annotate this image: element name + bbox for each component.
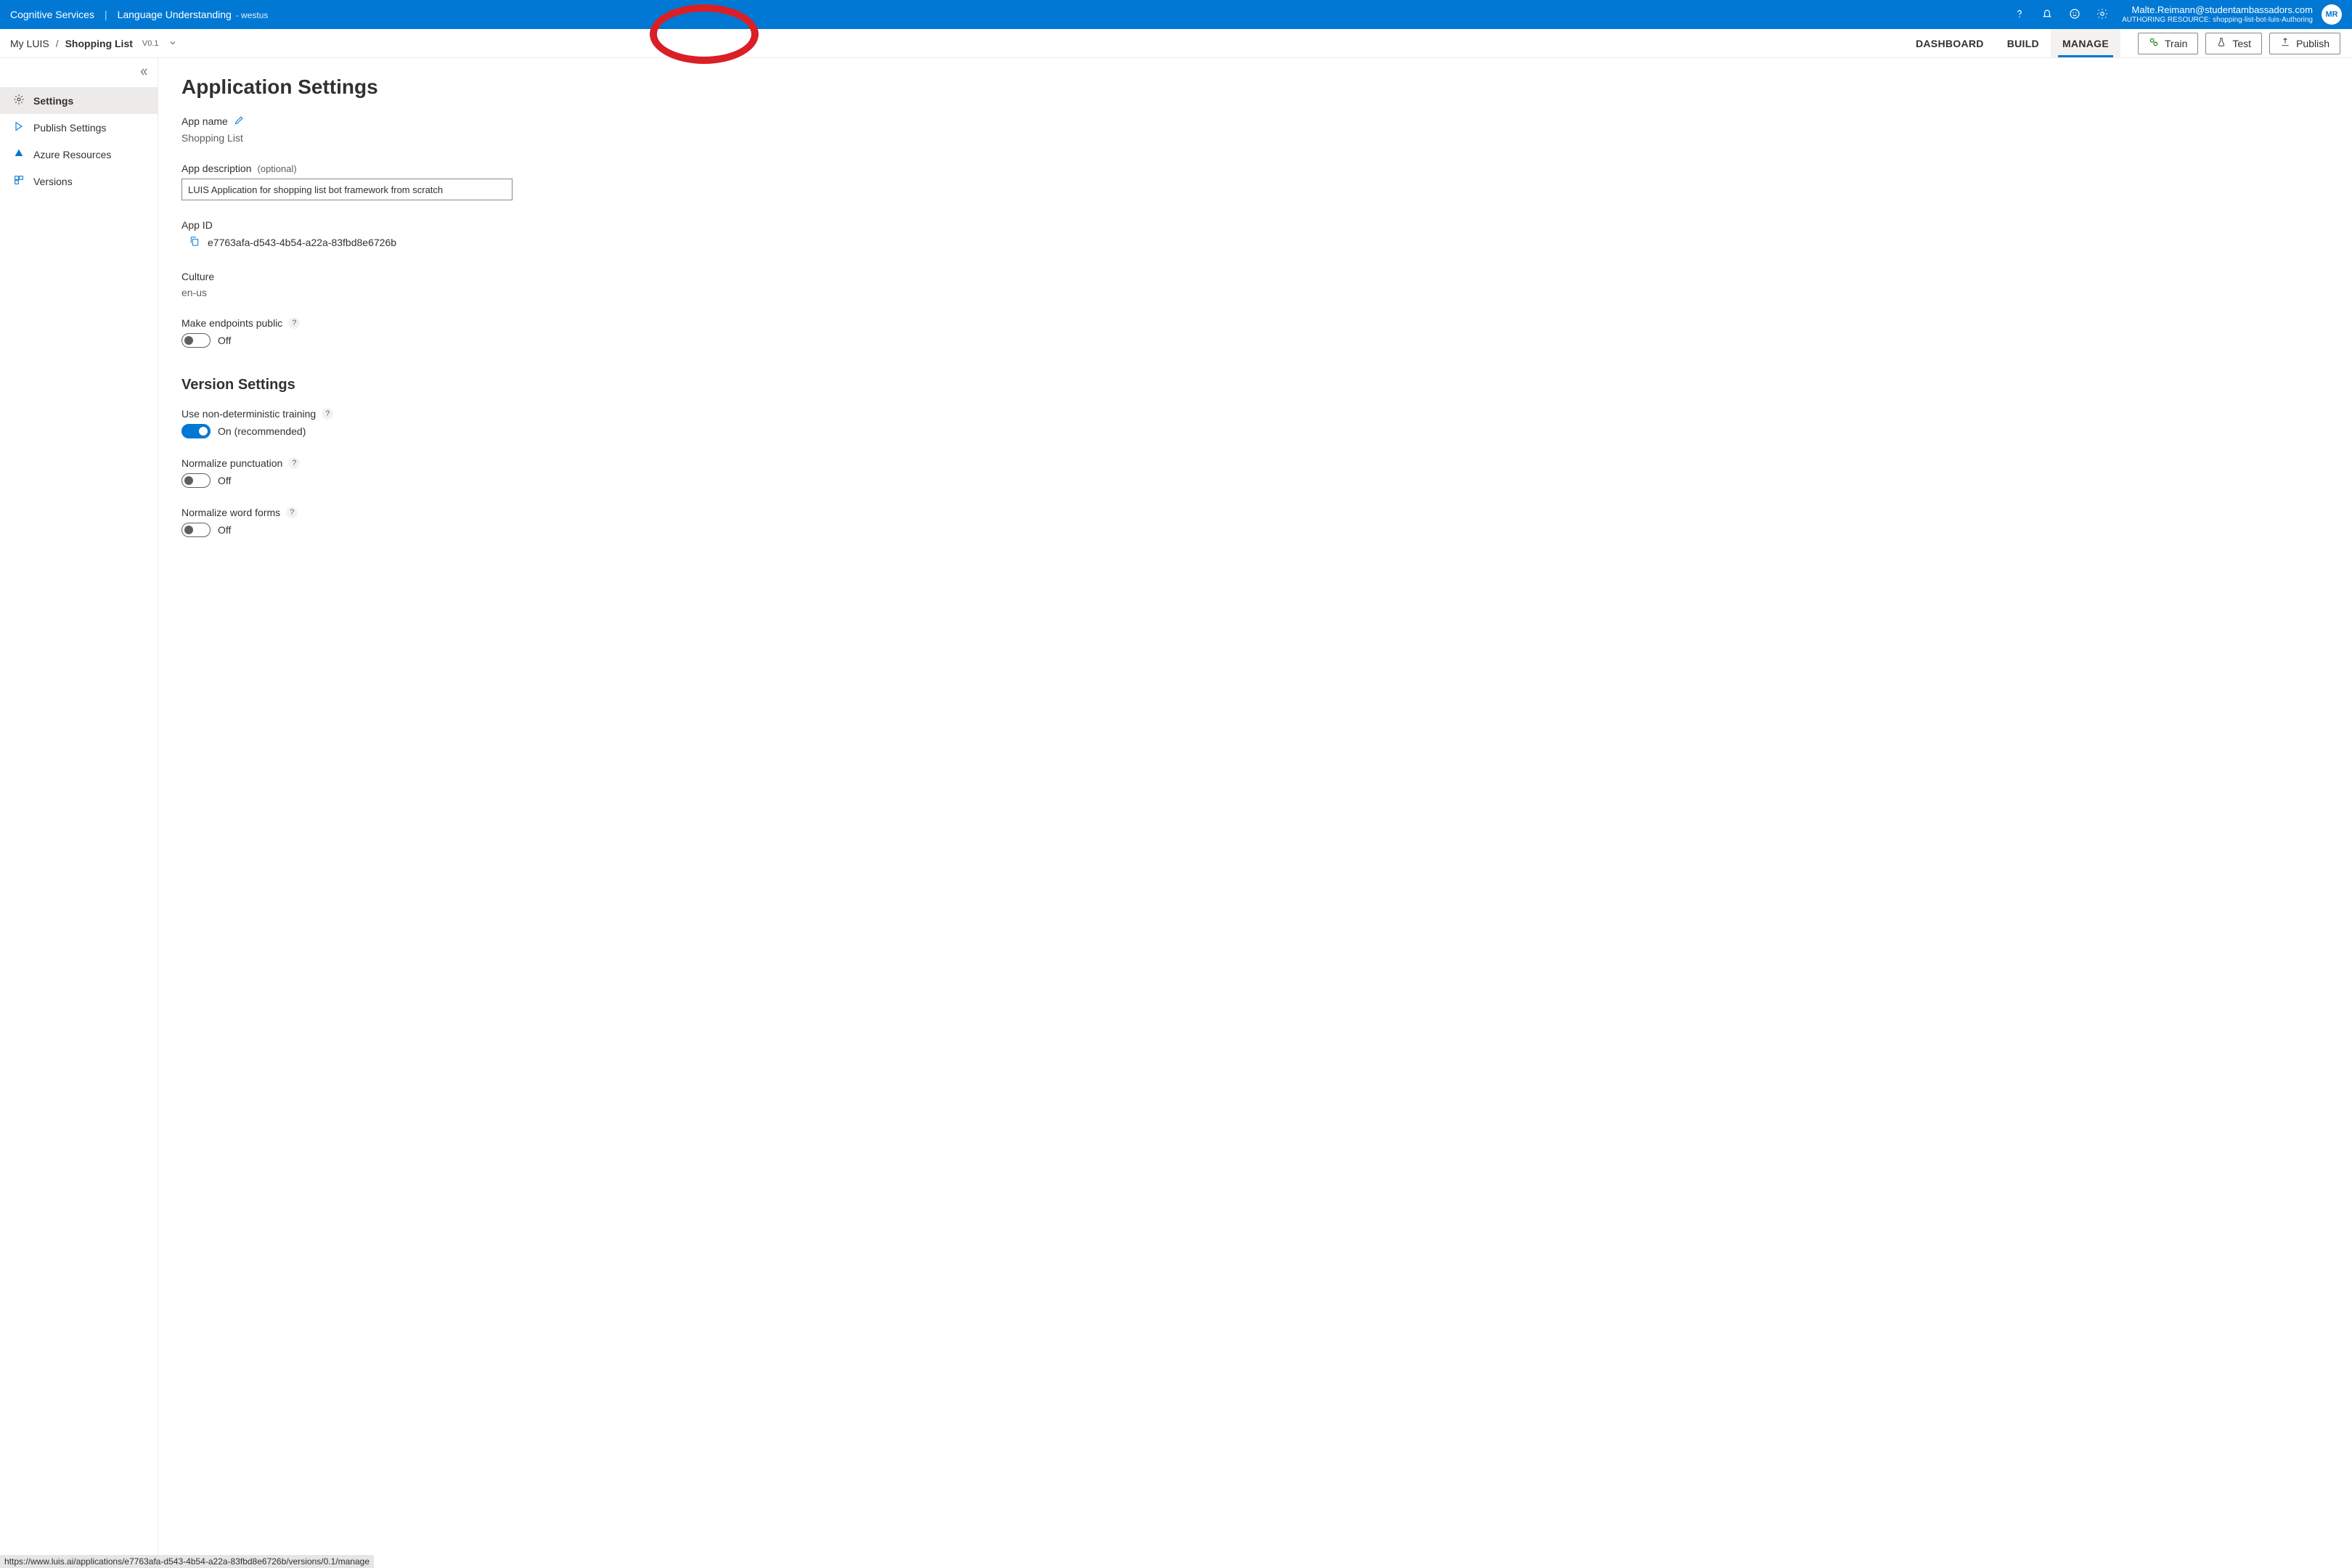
app-name-label: App name bbox=[181, 115, 228, 127]
normalize-punct-toggle[interactable] bbox=[181, 473, 211, 488]
help-icon[interactable]: ? bbox=[288, 317, 300, 329]
app-name-value: Shopping List bbox=[181, 132, 2329, 144]
train-label: Train bbox=[2165, 38, 2187, 49]
authoring-resource-label: AUTHORING RESOURCE: bbox=[2122, 16, 2210, 24]
header-separator: | bbox=[105, 9, 107, 20]
play-icon bbox=[13, 121, 25, 134]
authoring-resource-value: shopping-list-bot-luis-Authoring bbox=[2213, 16, 2313, 24]
product-wrap[interactable]: Language Understanding - westus bbox=[118, 9, 269, 20]
normalize-word-state: Off bbox=[218, 524, 231, 536]
copy-icon[interactable] bbox=[189, 235, 200, 249]
app-description-label: App description bbox=[181, 163, 252, 174]
breadcrumb-version: V0.1 bbox=[142, 39, 159, 48]
breadcrumb-app[interactable]: Shopping List bbox=[65, 38, 133, 49]
tab-build[interactable]: BUILD bbox=[1996, 29, 2051, 57]
sidebar-item-versions[interactable]: Versions bbox=[0, 168, 158, 195]
optional-label: (optional) bbox=[258, 163, 297, 174]
app-id-label: App ID bbox=[181, 219, 213, 231]
notifications-icon[interactable] bbox=[2041, 7, 2054, 23]
product-label: Language Understanding bbox=[118, 9, 232, 20]
sidebar-item-label: Settings bbox=[33, 95, 73, 107]
user-info[interactable]: Malte.Reimann@studentambassadors.com AUT… bbox=[2122, 5, 2313, 23]
sidebar-item-label: Publish Settings bbox=[33, 122, 106, 134]
tab-manage[interactable]: MANAGE bbox=[2051, 29, 2120, 57]
sidebar-item-publish-settings[interactable]: Publish Settings bbox=[0, 114, 158, 141]
nav-tabs: DASHBOARD BUILD MANAGE bbox=[1904, 29, 2120, 57]
train-button[interactable]: Train bbox=[2138, 33, 2198, 54]
sidebar-item-settings[interactable]: Settings bbox=[0, 87, 158, 114]
page-title: Application Settings bbox=[181, 75, 2329, 99]
test-label: Test bbox=[2232, 38, 2251, 49]
nondeterministic-label: Use non-deterministic training bbox=[181, 408, 316, 420]
publish-button[interactable]: Publish bbox=[2269, 33, 2340, 54]
breadcrumb-root[interactable]: My LUIS bbox=[10, 38, 49, 49]
normalize-word-toggle[interactable] bbox=[181, 523, 211, 537]
help-icon[interactable]: ? bbox=[322, 408, 333, 420]
normalize-word-label: Normalize word forms bbox=[181, 507, 280, 518]
gear-icon bbox=[2149, 37, 2159, 49]
sub-header: My LUIS / Shopping List V0.1 DASHBOARD B… bbox=[0, 29, 2352, 58]
version-settings-title: Version Settings bbox=[181, 377, 2329, 393]
gear-icon bbox=[13, 94, 25, 107]
help-icon[interactable]: ? bbox=[286, 507, 298, 518]
help-icon[interactable] bbox=[2013, 7, 2026, 23]
test-button[interactable]: Test bbox=[2205, 33, 2262, 54]
chevron-down-icon[interactable] bbox=[168, 38, 177, 49]
collapse-sidebar-icon[interactable] bbox=[139, 67, 149, 79]
sidebar-item-azure-resources[interactable]: Azure Resources bbox=[0, 141, 158, 168]
culture-value: en-us bbox=[181, 287, 2329, 298]
normalize-punct-state: Off bbox=[218, 475, 231, 486]
versions-icon bbox=[13, 174, 25, 188]
content: Application Settings App name Shopping L… bbox=[158, 58, 2352, 1568]
endpoints-public-label: Make endpoints public bbox=[181, 317, 282, 329]
endpoints-public-toggle[interactable] bbox=[181, 333, 211, 348]
breadcrumb-slash: / bbox=[56, 38, 59, 49]
nondeterministic-toggle[interactable] bbox=[181, 424, 211, 438]
azure-icon bbox=[13, 147, 25, 161]
publish-icon bbox=[2280, 37, 2290, 49]
edit-icon[interactable] bbox=[234, 115, 245, 128]
smiley-icon[interactable] bbox=[2068, 7, 2081, 23]
publish-label: Publish bbox=[2296, 38, 2329, 49]
app-description-input[interactable] bbox=[181, 179, 513, 200]
avatar[interactable]: MR bbox=[2322, 4, 2342, 25]
culture-label: Culture bbox=[181, 271, 214, 282]
top-header: Cognitive Services | Language Understand… bbox=[0, 0, 2352, 29]
breadcrumb: My LUIS / Shopping List V0.1 bbox=[10, 38, 177, 49]
help-icon[interactable]: ? bbox=[288, 457, 300, 469]
status-url: https://www.luis.ai/applications/e7763af… bbox=[0, 1555, 374, 1568]
region-label: - westus bbox=[236, 10, 269, 20]
sidebar: Settings Publish Settings Azure Resource… bbox=[0, 58, 158, 1568]
nondeterministic-state: On (recommended) bbox=[218, 425, 306, 437]
settings-icon[interactable] bbox=[2096, 7, 2109, 23]
sidebar-item-label: Azure Resources bbox=[33, 149, 111, 160]
normalize-punct-label: Normalize punctuation bbox=[181, 457, 282, 469]
tab-dashboard[interactable]: DASHBOARD bbox=[1904, 29, 1996, 57]
flask-icon bbox=[2216, 37, 2226, 49]
cognitive-services-label[interactable]: Cognitive Services bbox=[10, 9, 94, 20]
sidebar-item-label: Versions bbox=[33, 176, 73, 187]
app-id-value: e7763afa-d543-4b54-a22a-83fbd8e6726b bbox=[208, 237, 396, 248]
user-email: Malte.Reimann@studentambassadors.com bbox=[2122, 5, 2313, 15]
endpoints-public-state: Off bbox=[218, 335, 231, 346]
